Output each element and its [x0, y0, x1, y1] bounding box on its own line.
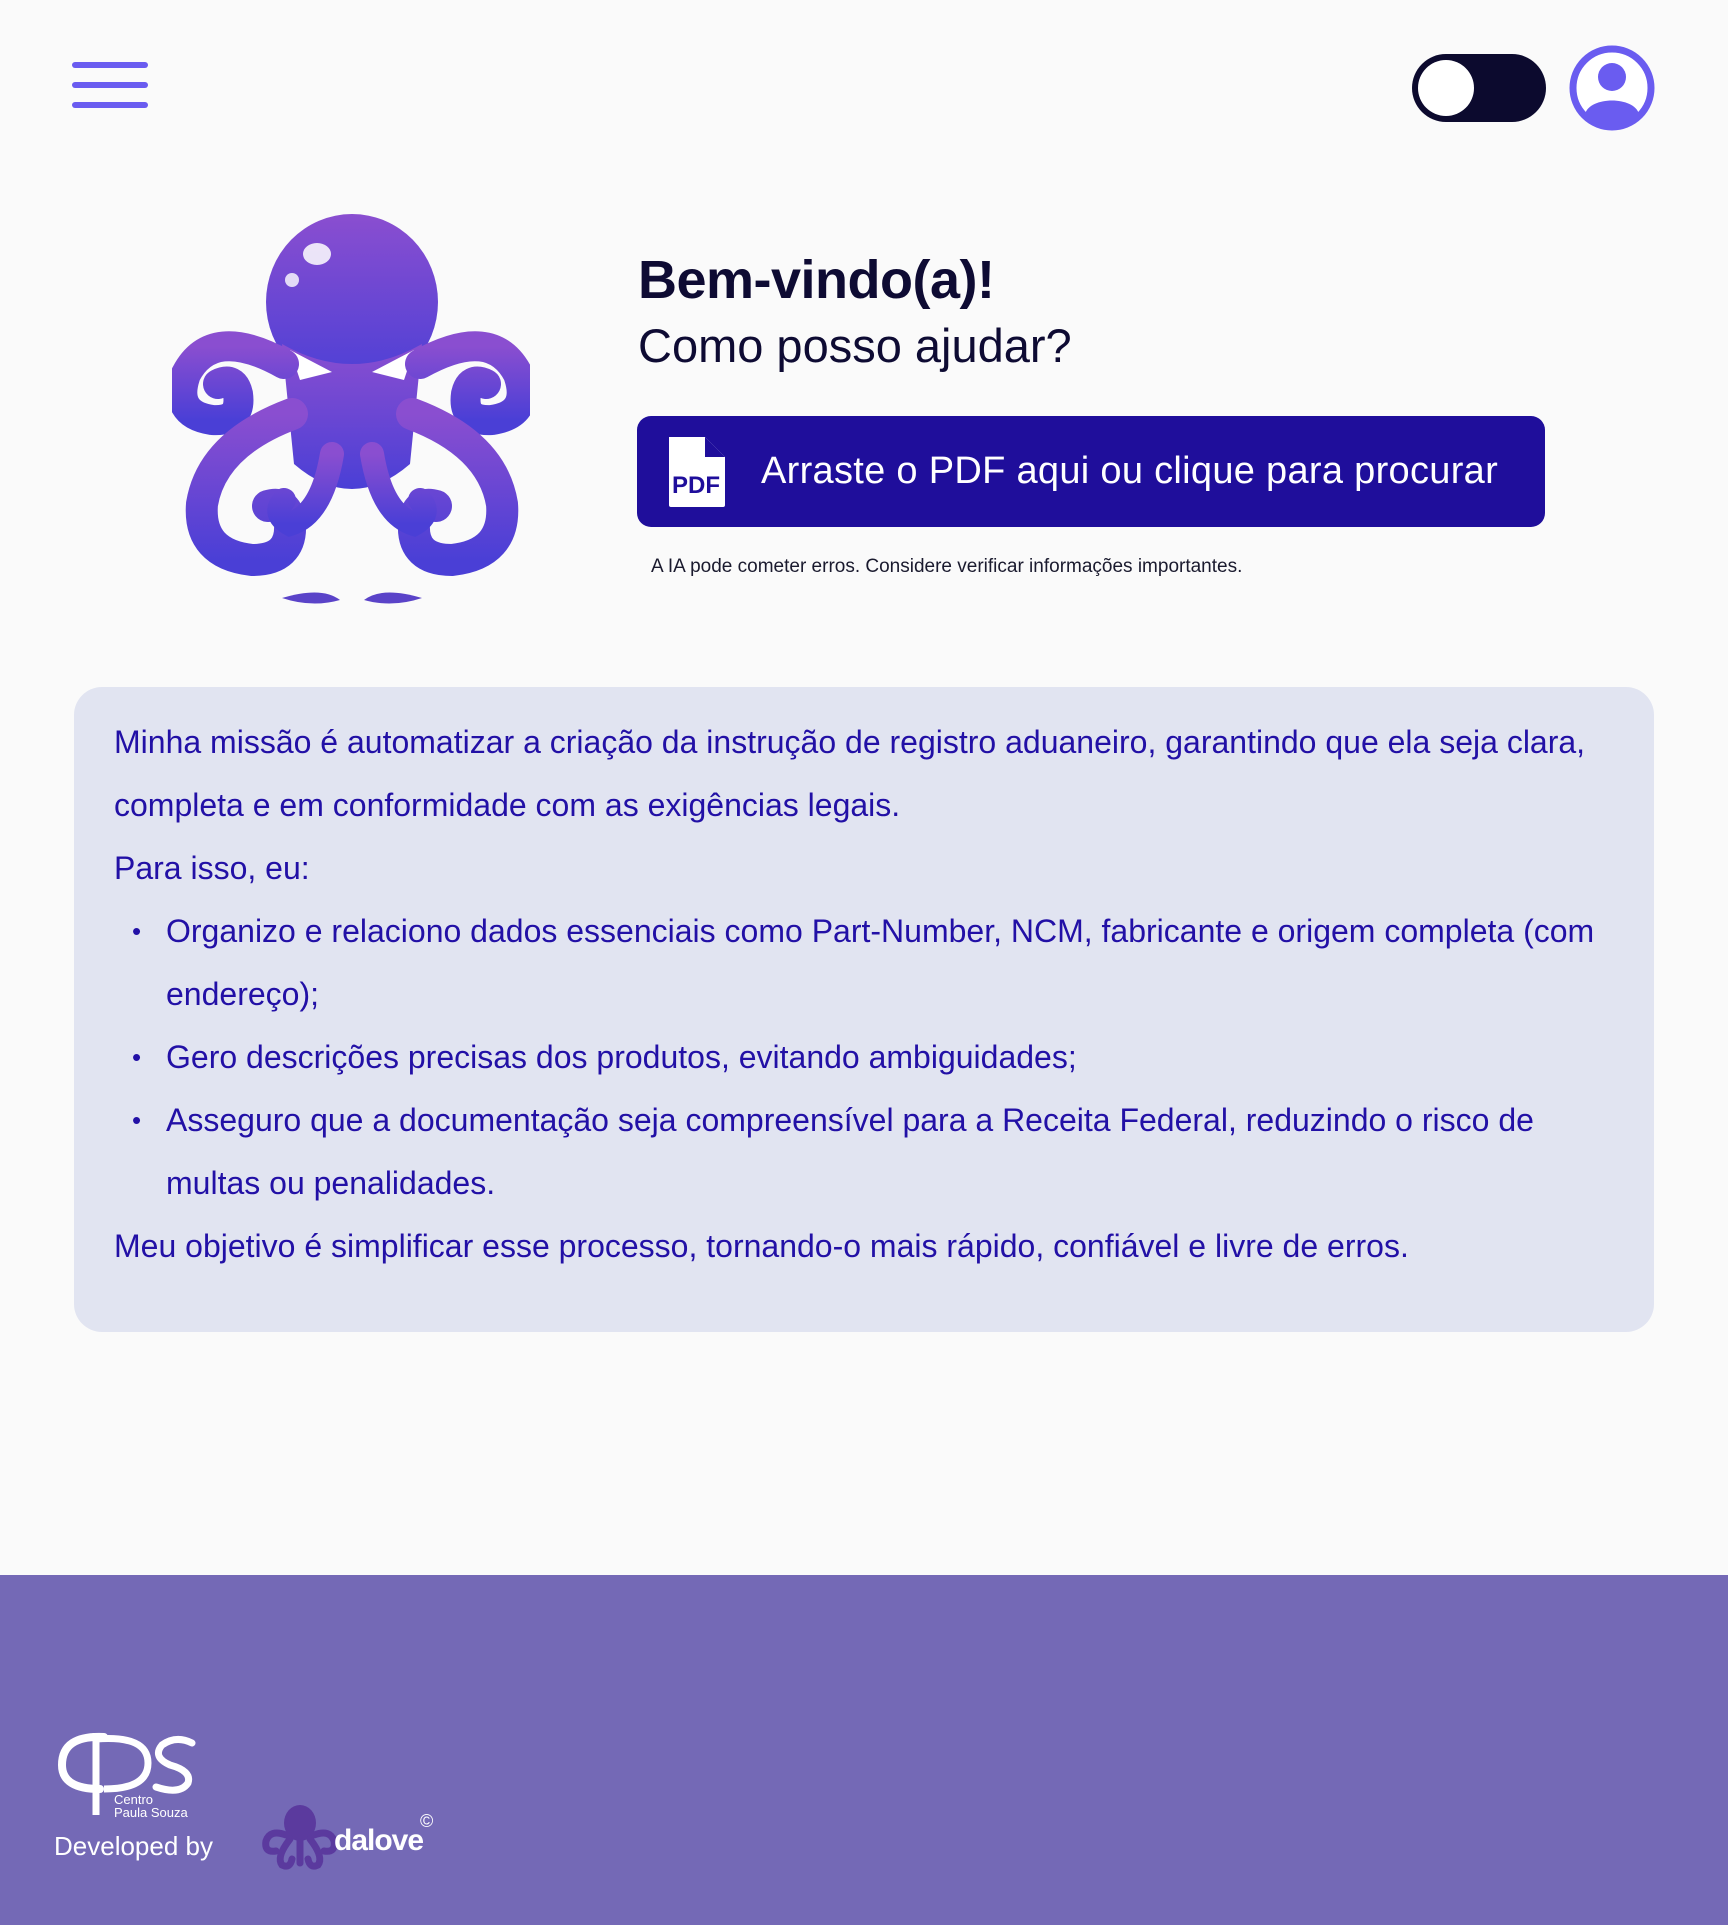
- theme-toggle[interactable]: [1412, 54, 1546, 122]
- cps-subtitle: Centro Paula Souza: [114, 1793, 188, 1819]
- menu-line: [72, 82, 148, 88]
- copyright-icon: ©: [420, 1811, 434, 1831]
- dalove-wordmark: dalove: [334, 1824, 424, 1857]
- toggle-knob: [1418, 60, 1474, 116]
- mission-closing: Meu objetivo é simplificar esse processo…: [114, 1228, 1409, 1264]
- ai-disclaimer: A IA pode cometer erros. Considere verif…: [651, 556, 1243, 577]
- welcome-section: Bem-vindo(a)! Como posso ajudar?: [638, 248, 1558, 376]
- upload-label: Arraste o PDF aqui ou clique para procur…: [761, 450, 1499, 492]
- menu-line: [72, 102, 148, 108]
- footer: Centro Paula Souza Developed by dalove ©: [0, 1575, 1728, 1925]
- octopus-logo-icon: [172, 214, 530, 604]
- welcome-subtitle: Como posso ajudar?: [638, 319, 1072, 372]
- dalove-octopus-icon: [262, 1805, 338, 1870]
- developed-by-label: Developed by: [54, 1831, 213, 1861]
- pdf-icon-text: PDF: [672, 472, 720, 499]
- list-item: Asseguro que a documentação seja compree…: [114, 1089, 1614, 1215]
- list-item: Gero descrições precisas dos produtos, e…: [114, 1026, 1614, 1089]
- list-item: Organizo e relaciono dados essenciais co…: [114, 900, 1614, 1026]
- mission-lead: Para isso, eu:: [114, 850, 310, 886]
- menu-line: [72, 62, 148, 68]
- hamburger-menu-icon[interactable]: [72, 62, 148, 112]
- pdf-upload-button[interactable]: PDF Arraste o PDF aqui ou clique para pr…: [637, 416, 1545, 527]
- user-profile-icon[interactable]: [1568, 44, 1656, 132]
- cps-subtitle-line: Paula Souza: [114, 1805, 188, 1820]
- mission-card: Minha missão é automatizar a criação da …: [74, 687, 1654, 1332]
- mission-list: Organizo e relaciono dados essenciais co…: [114, 900, 1614, 1215]
- mission-intro: Minha missão é automatizar a criação da …: [114, 724, 1586, 823]
- pdf-file-icon: PDF: [669, 436, 725, 507]
- welcome-title: Bem-vindo(a)!: [638, 250, 995, 310]
